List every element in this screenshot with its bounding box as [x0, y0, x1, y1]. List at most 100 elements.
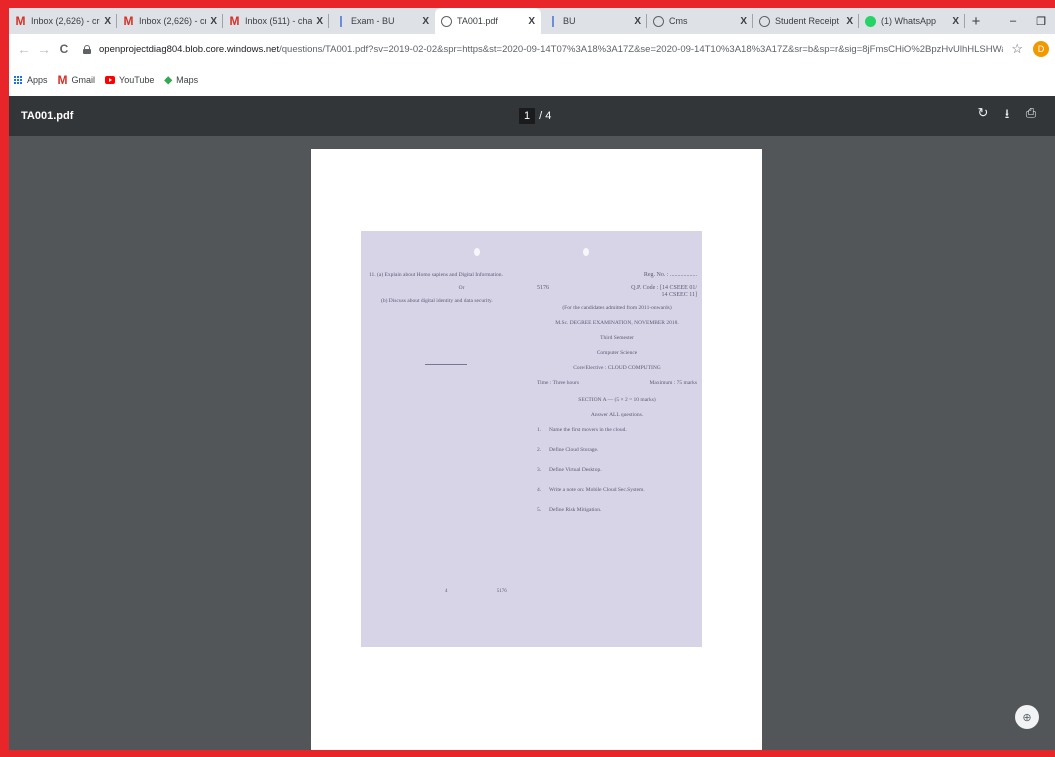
tab-title: (1) WhatsApp — [881, 16, 937, 26]
page-control: 1 / 4 — [519, 108, 551, 124]
tab-inbox-2[interactable]: M Inbox (2,626) - crcspec X — [117, 8, 223, 34]
paper-number: 5176 — [537, 285, 549, 291]
bookmark-gmail[interactable]: M Gmail — [58, 73, 96, 87]
tab-close-icon[interactable]: X — [952, 16, 959, 27]
tab-close-icon[interactable]: X — [210, 16, 217, 27]
tab-strip: M Inbox (2,626) - crcspec X M Inbox (2,6… — [9, 8, 1055, 34]
question-item: 5. Define Risk Mitigation. — [537, 507, 697, 514]
scan-mark — [583, 248, 589, 256]
youtube-icon — [105, 76, 116, 84]
tab-close-icon[interactable]: X — [104, 16, 111, 27]
max-marks: Maximum : 75 marks — [649, 380, 697, 386]
window-controls: – ❐ — [999, 8, 1055, 34]
tab-exam-bu[interactable]: Exam - BU X — [329, 8, 435, 34]
zoom-fab-button[interactable]: ⊕ — [1015, 705, 1039, 729]
bookmark-apps[interactable]: Apps — [14, 75, 48, 85]
time-label: Time : Three hours — [537, 380, 580, 386]
tab-close-icon[interactable]: X — [634, 16, 641, 27]
scan-mark — [474, 248, 480, 256]
tab-title: Inbox (2,626) - crcspec — [139, 16, 206, 26]
tab-inbox-3[interactable]: M Inbox (511) - chandra.s X — [223, 8, 329, 34]
or-label: Or — [458, 285, 465, 291]
browser-toolbar: ← → C openprojectdiag804.blob.core.windo… — [9, 34, 1055, 64]
question-item: 3. Define Virtual Desktop. — [537, 467, 697, 474]
print-icon[interactable]: ⎙ — [1019, 105, 1043, 127]
tab-close-icon[interactable]: X — [846, 16, 853, 27]
apps-icon — [14, 75, 23, 85]
page-total: / 4 — [539, 110, 552, 122]
gmail-icon: M — [123, 14, 134, 28]
pdf-viewer[interactable]: 11. (a) Explain about Homo sapiens and D… — [9, 136, 1055, 750]
minimize-button[interactable]: – — [999, 15, 1027, 27]
tab-close-icon[interactable]: X — [740, 16, 747, 27]
gmail-icon: M — [229, 14, 240, 28]
pdf-title: TA001.pdf — [21, 110, 74, 122]
question-number: 3. — [537, 467, 542, 473]
page-number-input[interactable]: 1 — [519, 108, 536, 124]
url-host: openprojectdiag804.blob.core.windows.net — [99, 43, 280, 55]
tab-close-icon[interactable]: X — [422, 16, 429, 27]
tab-title: Inbox (511) - chandra.s — [245, 16, 313, 26]
reg-no: Reg. No. : .................. — [643, 272, 697, 278]
pdf-page: 11. (a) Explain about Homo sapiens and D… — [311, 149, 762, 750]
question-number: 4. — [537, 487, 542, 493]
question-text: Define Cloud Storage. — [549, 447, 599, 453]
tab-inbox-1[interactable]: M Inbox (2,626) - crcspec X — [9, 8, 117, 34]
question-text: Name the first movers in the cloud. — [549, 427, 627, 433]
question-item: 1. Name the first movers in the cloud. — [537, 427, 697, 434]
gmail-icon: M — [15, 14, 26, 28]
qp-code-cont: 14 CSEEC 11] — [661, 292, 697, 298]
question-number: 1. — [537, 427, 542, 433]
bookmark-label: Gmail — [71, 75, 96, 85]
course: Core/Elective : CLOUD COMPUTING — [573, 365, 661, 371]
exam-title: M.Sc. DEGREE EXAMINATION, NOVEMBER 2018. — [555, 320, 679, 326]
address-bar[interactable]: openprojectdiag804.blob.core.windows.net… — [75, 38, 1003, 60]
whatsapp-icon — [865, 15, 876, 27]
rotate-icon[interactable]: ↻ — [971, 105, 995, 127]
restore-button[interactable]: ❐ — [1027, 15, 1055, 28]
end-divider — [425, 364, 467, 365]
tab-divider — [964, 14, 965, 28]
tab-bu[interactable]: BU X — [541, 8, 647, 34]
bookmark-youtube[interactable]: YouTube — [105, 75, 154, 85]
pdf-toolbar: TA001.pdf 1 / 4 ↻ ⭳ ⎙ — [9, 96, 1055, 136]
download-icon[interactable]: ⭳ — [995, 105, 1019, 127]
tab-title: BU — [563, 16, 576, 26]
lock-icon[interactable] — [83, 44, 91, 54]
instruction: Answer ALL questions. — [590, 412, 644, 418]
globe-icon — [441, 15, 452, 27]
tab-close-icon[interactable]: X — [528, 16, 535, 27]
question-11a: 11. (a) Explain about Homo sapiens and D… — [369, 272, 503, 278]
bookmark-label: YouTube — [119, 75, 155, 85]
reload-button[interactable]: C — [55, 42, 73, 56]
section-heading: SECTION A — (5 × 2 = 10 marks) — [578, 397, 656, 403]
tab-student-receipt[interactable]: Student Receipt Depart X — [753, 8, 859, 34]
bookmarks-bar: Apps M Gmail YouTube ◆ Maps — [9, 64, 1055, 96]
bu-icon — [339, 15, 342, 27]
time-marks-row: Time : Three hours Maximum : 75 marks — [537, 380, 697, 387]
new-tab-button[interactable]: + — [965, 8, 987, 34]
tab-ta001-pdf[interactable]: TA001.pdf X — [435, 8, 541, 34]
tab-title: Inbox (2,626) - crcspec — [31, 16, 100, 26]
question-item: 4. Write a note on: Mobile Cloud Sec.Syst… — [537, 487, 697, 494]
question-text: Define Virtual Desktop. — [549, 467, 602, 473]
bookmark-star-icon[interactable]: ☆ — [1011, 41, 1023, 57]
qp-code-row: 5176 Q.P. Code : [14 CSEEE 01/ — [537, 285, 697, 292]
tab-whatsapp[interactable]: (1) WhatsApp X — [859, 8, 965, 34]
scanned-question-paper: 11. (a) Explain about Homo sapiens and D… — [361, 231, 702, 647]
profile-avatar[interactable]: D — [1033, 41, 1049, 57]
tab-title: Cms — [669, 16, 688, 26]
gmail-icon: M — [57, 73, 68, 87]
tab-cms[interactable]: Cms X — [647, 8, 753, 34]
question-text: Write a note on: Mobile Cloud Sec.System… — [549, 487, 645, 493]
bu-icon — [551, 15, 554, 27]
paper-header: Reg. No. : .................. 5176 Q.P. … — [537, 272, 697, 527]
maps-icon: ◆ — [164, 74, 173, 86]
back-button[interactable]: ← — [15, 41, 33, 57]
question-number: 2. — [537, 447, 542, 453]
browser-window: M Inbox (2,626) - crcspec X M Inbox (2,6… — [9, 8, 1055, 750]
bookmark-maps[interactable]: ◆ Maps — [164, 75, 198, 86]
forward-button[interactable]: → — [35, 41, 53, 57]
tab-close-icon[interactable]: X — [316, 16, 323, 27]
tab-title: Student Receipt Depart — [775, 16, 842, 26]
